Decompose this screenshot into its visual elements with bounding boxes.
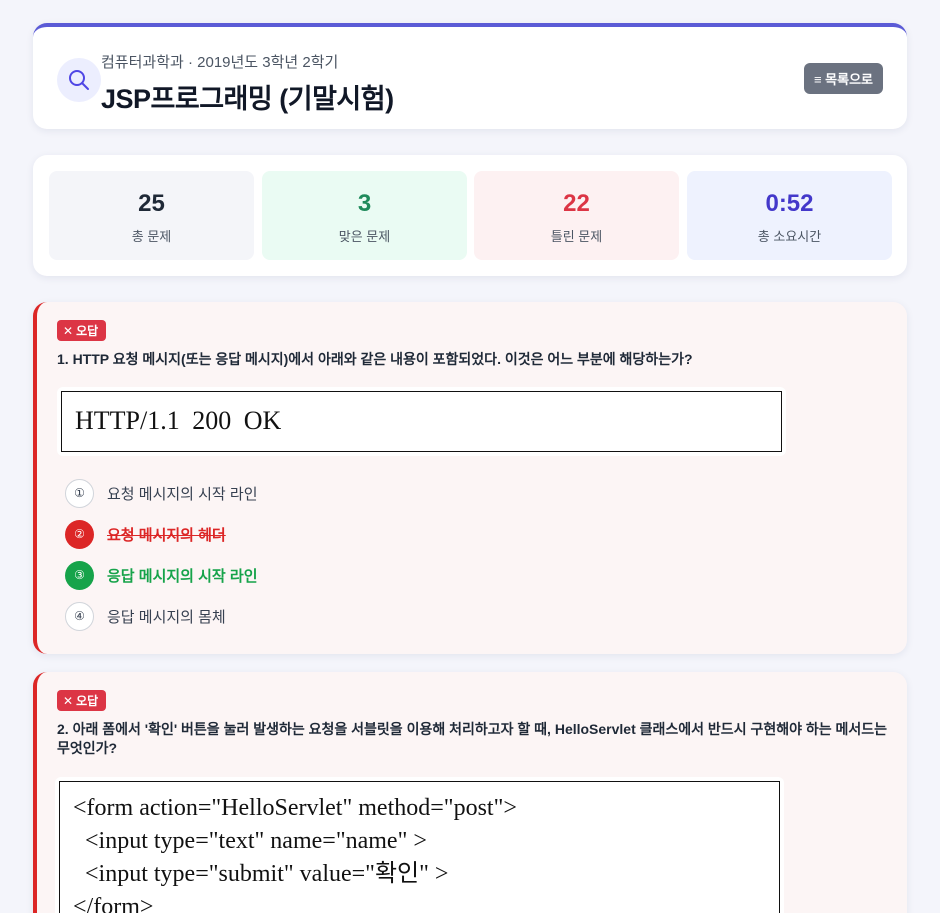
search-icon[interactable] xyxy=(57,58,101,102)
code-snippet: HTTP/1.1 200 OK xyxy=(61,391,782,452)
exam-header: 컴퓨터과학과 · 2019년도 3학년 2학기 JSP프로그래밍 (기말시험) … xyxy=(33,23,907,129)
stat-label: 틀린 문제 xyxy=(550,229,603,244)
stat-value: 25 xyxy=(138,190,165,217)
question-image: HTTP/1.1 200 OK xyxy=(57,387,786,456)
stat-label: 맞은 문제 xyxy=(338,229,391,244)
question-text: 1. HTTP 요청 메시지(또는 응답 메시지)에서 아래와 같은 내용이 포… xyxy=(57,351,693,367)
stat-correct: 3 맞은 문제 xyxy=(262,171,467,260)
question-card: ✕ 오답 1. HTTP 요청 메시지(또는 응답 메시지)에서 아래와 같은 … xyxy=(33,302,907,654)
stat-value: 22 xyxy=(563,190,590,217)
back-to-list-button[interactable]: ≡ 목록으로 xyxy=(803,63,883,94)
question-image: <form action="HelloServlet" method="post… xyxy=(55,777,784,913)
stat-value: 0:52 xyxy=(765,190,814,217)
option-1[interactable]: ① 요청 메시지의 시작 라인 xyxy=(65,478,258,508)
option-number: ④ xyxy=(65,601,94,631)
option-number: ③ xyxy=(65,560,94,590)
option-2[interactable]: ② 요청 메시지의 헤더 xyxy=(65,519,226,549)
option-text: 응답 메시지의 몸체 xyxy=(107,608,226,626)
wrong-answer-badge: ✕ 오답 xyxy=(57,690,107,711)
option-number: ② xyxy=(65,519,94,549)
stat-total: 25 총 문제 xyxy=(49,171,254,260)
stat-label: 총 소요시간 xyxy=(757,229,822,244)
stat-value: 3 xyxy=(357,190,372,217)
stat-label: 총 문제 xyxy=(131,229,172,244)
badge-label: 오답 xyxy=(76,324,99,338)
wrong-answer-badge: ✕ 오답 xyxy=(57,320,107,341)
code-snippet: <form action="HelloServlet" method="post… xyxy=(59,781,780,913)
option-text: 요청 메시지의 시작 라인 xyxy=(107,485,258,503)
option-number: ① xyxy=(65,478,94,508)
stat-time: 0:52 총 소요시간 xyxy=(687,171,892,260)
option-4[interactable]: ④ 응답 메시지의 몸체 xyxy=(65,601,226,631)
exam-subtitle: 컴퓨터과학과 · 2019년도 3학년 2학기 xyxy=(101,54,339,71)
question-text: 2. 아래 폼에서 '확인' 버튼을 눌러 발생하는 요청을 서블릿을 이용해 … xyxy=(57,721,888,756)
question-card: ✕ 오답 2. 아래 폼에서 '확인' 버튼을 눌러 발생하는 요청을 서블릿을… xyxy=(33,672,907,913)
option-text: 요청 메시지의 헤더 xyxy=(107,526,226,544)
score-summary: 25 총 문제 3 맞은 문제 22 틀린 문제 0:52 총 소요시간 xyxy=(33,155,907,276)
exam-title: JSP프로그래밍 (기말시험) xyxy=(101,84,394,114)
stat-wrong: 22 틀린 문제 xyxy=(474,171,679,260)
option-text: 응답 메시지의 시작 라인 xyxy=(107,567,258,585)
x-icon: ✕ xyxy=(63,323,74,338)
badge-label: 오답 xyxy=(76,694,99,708)
option-3[interactable]: ③ 응답 메시지의 시작 라인 xyxy=(65,560,258,590)
x-icon: ✕ xyxy=(63,693,74,708)
